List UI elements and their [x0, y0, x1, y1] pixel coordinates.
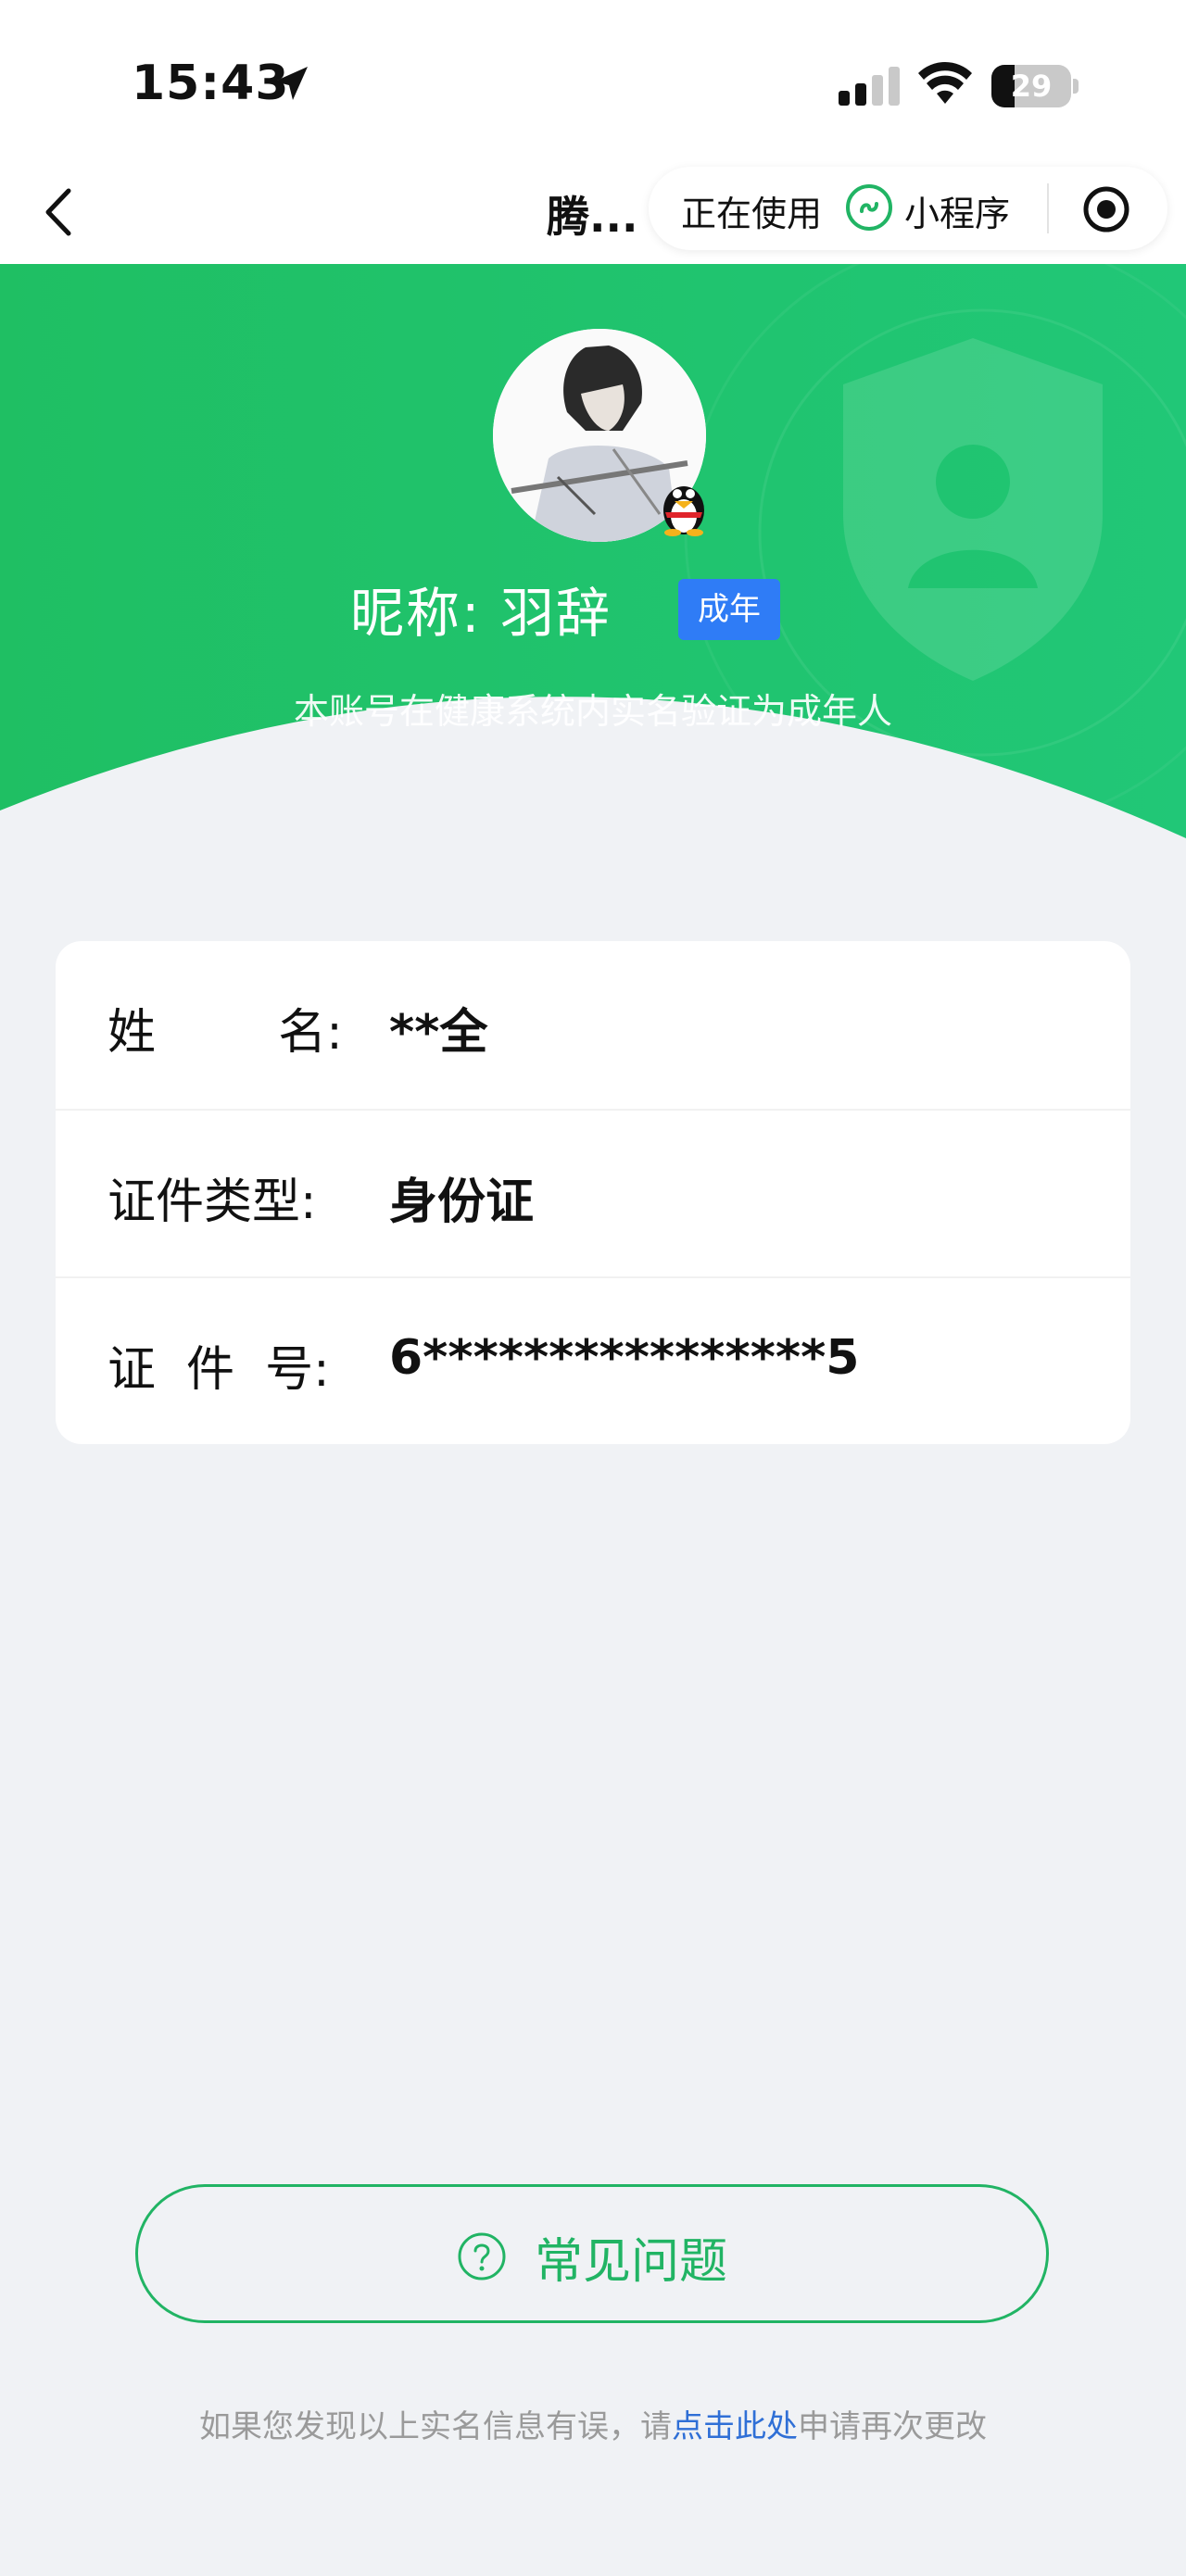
- capsule-in-use-label: 正在使用: [681, 194, 823, 234]
- nickname-value: 羽辞: [499, 582, 612, 645]
- verification-description: 本账号在健康系统内实名验证为成年人: [293, 691, 892, 732]
- qq-penguin-icon: [663, 486, 704, 536]
- info-row-name: 姓 名: **全: [56, 941, 1130, 1109]
- footer-note: 如果您发现以上实名信息有误，请点击此处申请再次更改: [0, 2401, 1186, 2446]
- wifi-icon: [918, 61, 972, 104]
- miniprogram-icon: [846, 184, 892, 231]
- id-type-value: 身份证: [389, 1175, 535, 1230]
- nav-bar: 腾... 正在使用 小程序: [0, 167, 1186, 264]
- info-row-id-number: 证 件 号: 6****************5: [56, 1276, 1130, 1446]
- page-title: 腾...: [547, 192, 638, 242]
- question-circle-icon: [458, 2232, 506, 2281]
- back-chevron-icon[interactable]: [37, 180, 83, 245]
- faq-button[interactable]: 常见问题: [135, 2184, 1049, 2323]
- identity-info-card: 姓 名: **全 证件类型: 身份证 证 件 号: 6*************…: [56, 941, 1130, 1444]
- location-arrow-icon: [274, 67, 308, 100]
- footer-suffix: 申请再次更改: [798, 2408, 987, 2445]
- profile-header: 昵称: 羽辞 成年 本账号在健康系统内实名验证为成年人: [0, 264, 1186, 875]
- battery-percent: 29: [1010, 69, 1053, 104]
- capsule-divider: [1047, 183, 1049, 233]
- info-row-id-type: 证件类型: 身份证: [56, 1109, 1130, 1278]
- faq-label: 常见问题: [535, 2234, 728, 2290]
- name-value: **全: [389, 1005, 488, 1061]
- battery-indicator: 29: [991, 65, 1079, 107]
- nickname: 昵称: 羽辞: [350, 570, 612, 647]
- miniprogram-capsule[interactable]: 正在使用 小程序: [649, 167, 1167, 250]
- id-number-value: 6****************5: [389, 1330, 860, 1386]
- name-label: 姓 名:: [107, 1005, 343, 1061]
- id-number-label: 证 件 号:: [107, 1342, 330, 1398]
- adult-status-badge: 成年: [678, 579, 780, 640]
- footer-prefix: 如果您发现以上实名信息有误，请: [199, 2408, 672, 2445]
- close-miniprogram-icon[interactable]: [1082, 185, 1130, 233]
- change-request-link[interactable]: 点击此处: [672, 2408, 798, 2445]
- nickname-label: 昵称:: [350, 582, 482, 645]
- capsule-miniprogram-label: 小程序: [904, 194, 1011, 234]
- status-time: 15:43: [132, 56, 290, 111]
- id-type-label: 证件类型:: [107, 1175, 317, 1230]
- status-bar: 15:43 29: [0, 0, 1186, 167]
- cellular-signal-icon: [839, 67, 900, 106]
